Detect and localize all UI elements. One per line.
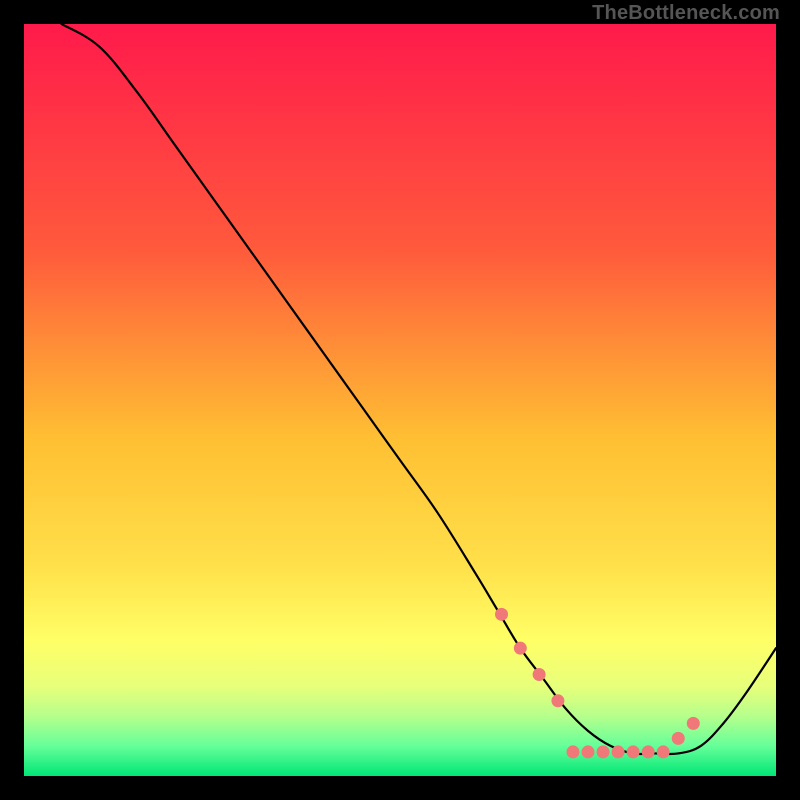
- highlight-dot: [672, 732, 685, 745]
- highlight-dot: [657, 745, 670, 758]
- highlight-dot: [642, 745, 655, 758]
- chart-svg: [24, 24, 776, 776]
- highlight-dot: [612, 745, 625, 758]
- highlight-dot: [582, 745, 595, 758]
- gradient-background: [24, 24, 776, 776]
- highlight-dot: [551, 694, 564, 707]
- highlight-dot: [495, 608, 508, 621]
- highlight-dot: [514, 642, 527, 655]
- highlight-dot: [687, 717, 700, 730]
- plot-area: [24, 24, 776, 776]
- watermark-text: TheBottleneck.com: [592, 2, 780, 25]
- highlight-dot: [627, 745, 640, 758]
- highlight-dot: [533, 668, 546, 681]
- highlight-dot: [597, 745, 610, 758]
- highlight-dot: [566, 745, 579, 758]
- chart-frame: TheBottleneck.com: [0, 0, 800, 800]
